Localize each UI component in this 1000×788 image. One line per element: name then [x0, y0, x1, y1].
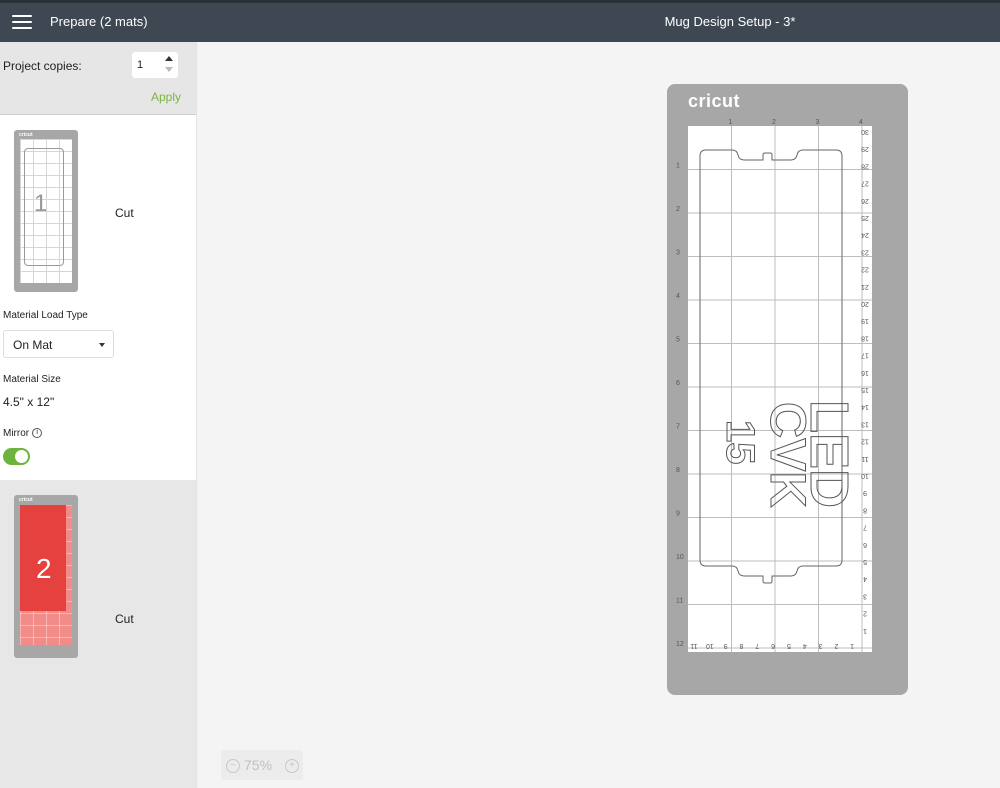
ruler-tick-right: 7 — [863, 524, 867, 531]
material-size-value: 4.5" x 12" — [3, 395, 55, 409]
ruler-tick-right: 10 — [861, 472, 869, 479]
ruler-tick-left: 9 — [676, 511, 680, 518]
ruler-tick-left: 1 — [676, 163, 680, 170]
zoom-value: 75% — [244, 757, 273, 773]
ruler-tick-right: 16 — [861, 369, 869, 376]
sidebar: Project copies: 1 Apply cricut 1 Cut Mat… — [0, 42, 197, 788]
decrement-arrow-icon[interactable] — [165, 67, 173, 72]
apply-button[interactable]: Apply — [151, 90, 181, 104]
zoom-in-icon[interactable]: + — [285, 759, 299, 773]
ruler-tick-right: 5 — [863, 558, 867, 565]
mat-number: 1 — [34, 190, 48, 217]
ruler-tick-right: 4 — [863, 575, 867, 582]
ruler-tick-bottom: 7 — [755, 642, 759, 649]
ruler-tick-right: 9 — [863, 489, 867, 496]
ruler-tick-bottom: 5 — [787, 642, 791, 649]
ruler-tick-right: 25 — [861, 214, 869, 221]
ruler-tick-bottom: 10 — [706, 642, 714, 649]
ruler-tick-right: 12 — [861, 438, 869, 445]
ruler-tick-bottom: 9 — [724, 642, 728, 649]
toggle-knob — [15, 450, 28, 463]
ruler-tick-bottom: 2 — [834, 642, 838, 649]
info-icon[interactable]: i — [32, 428, 43, 439]
ruler-tick-right: 30 — [861, 128, 869, 135]
ruler-tick-right: 6 — [863, 541, 867, 548]
material-load-type-label: Material Load Type — [3, 310, 88, 321]
ruler-tick-left: 2 — [676, 206, 680, 213]
mat-row-2[interactable]: cricut 2 Cut — [0, 480, 196, 788]
ruler-tick-right: 11 — [861, 455, 868, 462]
ruler-tick-right: 15 — [861, 386, 869, 393]
material-size-label: Material Size — [3, 374, 61, 385]
ruler-tick-left: 6 — [676, 380, 680, 387]
ruler-tick-bottom: 8 — [739, 642, 743, 649]
mat-canvas: 1 2 3 4123456789101112302928272625242322212… — [676, 119, 872, 652]
design-text-line-3: LED — [799, 400, 859, 508]
ruler-tick-left: 7 — [676, 424, 680, 431]
ruler-tick-left: 10 — [676, 554, 684, 561]
ruler-tick-left: 8 — [676, 467, 680, 474]
ruler-tick-top: 3 — [816, 119, 820, 126]
project-copies-stepper[interactable]: 1 — [132, 52, 178, 78]
ruler-tick-right: 8 — [863, 506, 867, 513]
zoom-out-icon[interactable]: − — [226, 759, 240, 773]
chevron-down-icon — [99, 343, 105, 347]
ruler-tick-right: 1 — [863, 627, 867, 634]
ruler-tick-right: 28 — [861, 162, 869, 169]
ruler-tick-right: 14 — [861, 403, 869, 410]
project-title: Mug Design Setup - 3* — [664, 14, 796, 29]
ruler-tick-top: 4 — [859, 119, 863, 126]
ruler-tick-right: 2 — [863, 610, 867, 617]
mat-1-action-label: Cut — [115, 206, 134, 220]
ruler-tick-right: 29 — [861, 145, 869, 152]
mat-number: 2 — [36, 553, 52, 584]
ruler-tick-left: 11 — [676, 598, 683, 605]
ruler-tick-left: 3 — [676, 250, 680, 257]
ruler-tick-right: 18 — [861, 334, 869, 341]
ruler-tick-top: 1 — [729, 119, 733, 126]
cricut-logo: cricut — [19, 132, 33, 138]
zoom-control: − 75% + — [221, 750, 303, 780]
mat-thumbnail-2[interactable]: cricut 2 — [14, 495, 78, 658]
project-copies-panel: Project copies: 1 Apply — [0, 42, 196, 115]
mirror-label-row: Mirror i — [3, 428, 43, 439]
ruler-tick-right: 22 — [861, 266, 869, 273]
project-copies-value[interactable]: 1 — [137, 59, 143, 71]
ruler-tick-right: 13 — [861, 420, 869, 427]
mat-2-action-label: Cut — [115, 612, 134, 626]
cutting-mat-preview[interactable]: cricut 1 2 3 4 1 2 3 4 5 6 7 8 9 10 11 12 30 29 28 27 26 25 24… — [667, 84, 908, 695]
ruler-tick-right: 17 — [861, 352, 869, 359]
cricut-logo: cricut — [19, 497, 33, 503]
ruler-tick-right: 3 — [863, 592, 867, 599]
mirror-label: Mirror — [3, 428, 30, 439]
ruler-tick-right: 27 — [861, 180, 869, 187]
ruler-tick-bottom: 11 — [690, 642, 697, 649]
ruler-tick-right: 26 — [861, 197, 869, 204]
ruler-tick-bottom: 3 — [818, 642, 822, 649]
ruler-tick-left: 12 — [676, 641, 684, 648]
ruler-tick-right: 23 — [861, 248, 869, 255]
ruler-tick-bottom: 1 — [850, 642, 854, 649]
design-text-line-2: 15 — [718, 420, 762, 465]
top-bar: Prepare (2 mats) Mug Design Setup - 3* — [0, 0, 1000, 42]
material-load-type-select[interactable]: On Mat — [3, 330, 114, 358]
mat-thumbnail-1[interactable]: cricut 1 — [14, 130, 78, 292]
material-load-type-value: On Mat — [13, 338, 53, 352]
ruler-tick-right: 24 — [861, 231, 869, 238]
project-copies-label: Project copies: — [3, 59, 82, 73]
ruler-tick-bottom: 6 — [771, 642, 775, 649]
increment-arrow-icon[interactable] — [165, 56, 173, 61]
ruler-tick-right: 21 — [861, 283, 869, 290]
ruler-tick-bottom: 4 — [803, 642, 807, 649]
ruler-tick-left: 5 — [676, 337, 680, 344]
mirror-toggle[interactable] — [3, 448, 30, 465]
ruler-tick-top: 2 — [772, 119, 776, 126]
ruler-tick-left: 4 — [676, 293, 680, 300]
mat-surface — [688, 126, 872, 652]
ruler-tick-right: 19 — [861, 317, 869, 324]
ruler-tick-right: 20 — [861, 300, 869, 307]
